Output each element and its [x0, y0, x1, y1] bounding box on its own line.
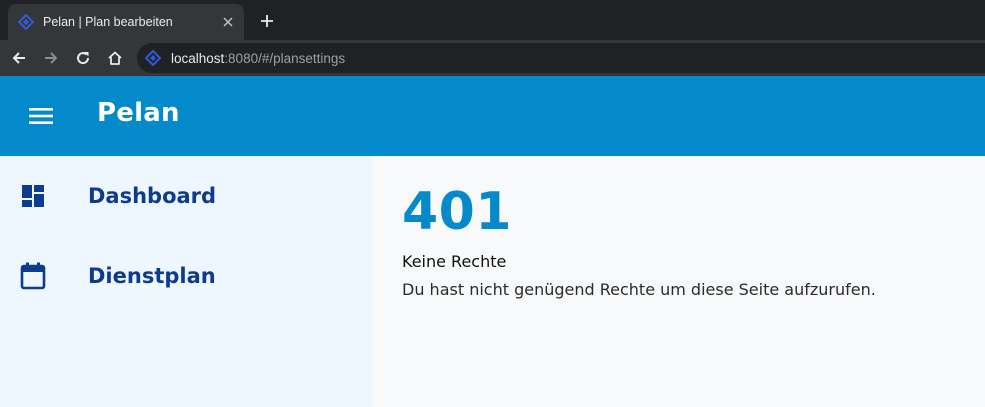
main-content: 401 Keine Rechte Du hast nicht genügend … [372, 156, 985, 407]
home-icon[interactable] [103, 46, 127, 70]
close-icon[interactable] [218, 12, 238, 32]
app-header: Pelan [0, 76, 985, 156]
hamburger-menu-icon[interactable] [26, 103, 56, 129]
browser-tabstrip: Pelan | Plan bearbeiten [0, 0, 985, 40]
sidebar-item-label: Dienstplan [88, 264, 216, 288]
error-code: 401 [402, 182, 513, 242]
browser-toolbar: localhost:8080/#/plansettings [0, 40, 985, 76]
error-title: Keine Rechte [402, 252, 507, 271]
browser-tab[interactable]: Pelan | Plan bearbeiten [8, 4, 244, 40]
plus-icon[interactable] [256, 10, 278, 32]
sidebar-item-label: Dashboard [88, 184, 217, 208]
url-host: localhost [171, 50, 225, 66]
url-path: :8080/#/plansettings [224, 50, 346, 66]
arrow-right-icon[interactable] [39, 46, 63, 70]
arrow-left-icon[interactable] [7, 46, 31, 70]
reload-icon[interactable] [71, 46, 95, 70]
sidebar-item-dienstplan[interactable]: Dienstplan [0, 236, 372, 316]
tab-title: Pelan | Plan bearbeiten [43, 15, 173, 29]
calendar-icon [20, 262, 46, 290]
diamond-logo-icon [144, 49, 162, 67]
sidebar-item-dashboard[interactable]: Dashboard [0, 156, 372, 236]
error-message: Du hast nicht genügend Rechte um diese S… [402, 280, 876, 299]
diamond-logo-icon [17, 13, 35, 31]
address-bar[interactable]: localhost:8080/#/plansettings [137, 43, 985, 73]
sidebar: Dashboard Dienstplan [0, 156, 372, 407]
app-title: Pelan [97, 98, 180, 128]
dashboard-icon [20, 183, 46, 209]
